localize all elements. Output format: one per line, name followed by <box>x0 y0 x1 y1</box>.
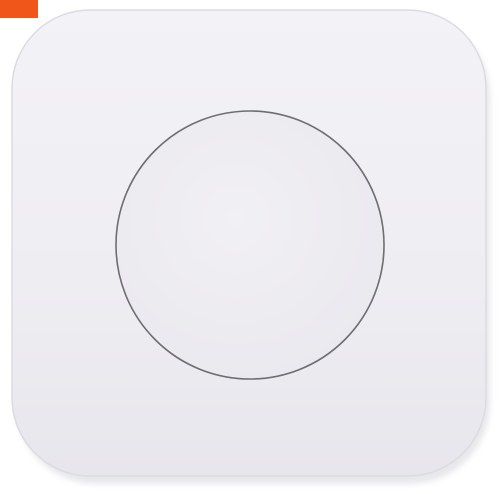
product-image <box>0 0 502 494</box>
wireless-switch-device <box>11 9 490 484</box>
center-button[interactable] <box>115 110 385 380</box>
